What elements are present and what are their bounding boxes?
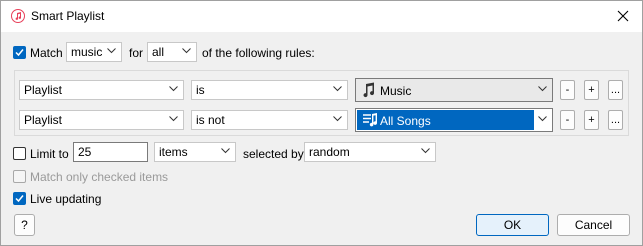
ok-button[interactable]: OK [476, 214, 549, 236]
playlist-icon [363, 113, 378, 127]
chevron-down-icon [538, 116, 547, 122]
rule-2-more-button[interactable]: ... [608, 110, 623, 130]
itunes-app-icon [11, 9, 25, 23]
rule-1-operator-dropdown[interactable]: is [191, 80, 348, 100]
rule-2-field-dropdown[interactable]: Playlist [19, 110, 184, 130]
cancel-button[interactable]: Cancel [557, 214, 630, 236]
rule-1-value-dropdown[interactable]: Music [355, 78, 553, 102]
rules-suffix-label: of the following rules: [202, 46, 315, 60]
chevron-down-icon [421, 148, 430, 154]
live-updating-checkbox[interactable] [13, 192, 26, 205]
rule-1-add-button[interactable]: + [584, 80, 599, 100]
live-updating-label: Live updating [30, 192, 102, 206]
for-label: for [129, 46, 144, 60]
title-bar: Smart Playlist [1, 1, 642, 32]
rule-2-add-button[interactable]: + [584, 110, 599, 130]
chevron-down-icon [221, 148, 230, 154]
rule-1-field-value: Playlist [24, 83, 63, 97]
match-checked-label: Match only checked items [30, 170, 169, 184]
chevron-down-icon [538, 86, 547, 92]
match-checked-checkbox[interactable] [13, 170, 26, 183]
rule-2-operator-value: is not [196, 113, 225, 127]
help-button[interactable]: ? [14, 214, 35, 236]
smart-playlist-dialog: Smart Playlist Match music for all of th… [0, 0, 643, 246]
match-label: Match [30, 46, 63, 60]
rule-1-field-dropdown[interactable]: Playlist [19, 80, 184, 100]
chevron-down-icon [182, 48, 191, 54]
rule-1-more-button[interactable]: ... [608, 80, 623, 100]
rule-1-value: Music [380, 84, 412, 98]
quantifier-dropdown[interactable]: all [147, 42, 197, 62]
match-checkbox[interactable] [13, 46, 26, 59]
chevron-down-icon [169, 116, 178, 122]
chevron-down-icon [107, 48, 116, 54]
media-kind-value: music [71, 45, 103, 59]
rule-1-remove-button[interactable]: - [560, 80, 575, 100]
chevron-down-icon [333, 86, 342, 92]
rule-2-value-dropdown[interactable]: All Songs [355, 108, 553, 132]
limit-checkbox[interactable] [13, 147, 26, 160]
limit-count-input[interactable]: 25 [73, 142, 148, 162]
chevron-down-icon [333, 116, 342, 122]
rule-2-field-value: Playlist [24, 113, 63, 127]
selected-by-dropdown[interactable]: random [304, 142, 436, 162]
close-icon[interactable] [614, 7, 632, 25]
rule-1-operator-value: is [196, 83, 205, 97]
selected-by-value: random [309, 145, 350, 159]
rule-2-value: All Songs [380, 114, 431, 128]
rule-2-remove-button[interactable]: - [560, 110, 575, 130]
chevron-down-icon [169, 86, 178, 92]
window-title: Smart Playlist [31, 9, 105, 23]
media-kind-dropdown[interactable]: music [66, 42, 122, 62]
quantifier-value: all [152, 45, 165, 59]
limit-unit-value: items [159, 145, 188, 159]
limit-label: Limit to [30, 147, 69, 161]
limit-unit-dropdown[interactable]: items [154, 142, 236, 162]
rule-2-operator-dropdown[interactable]: is not [191, 110, 348, 130]
selected-by-label: selected by [243, 147, 304, 161]
music-note-icon [363, 82, 375, 98]
